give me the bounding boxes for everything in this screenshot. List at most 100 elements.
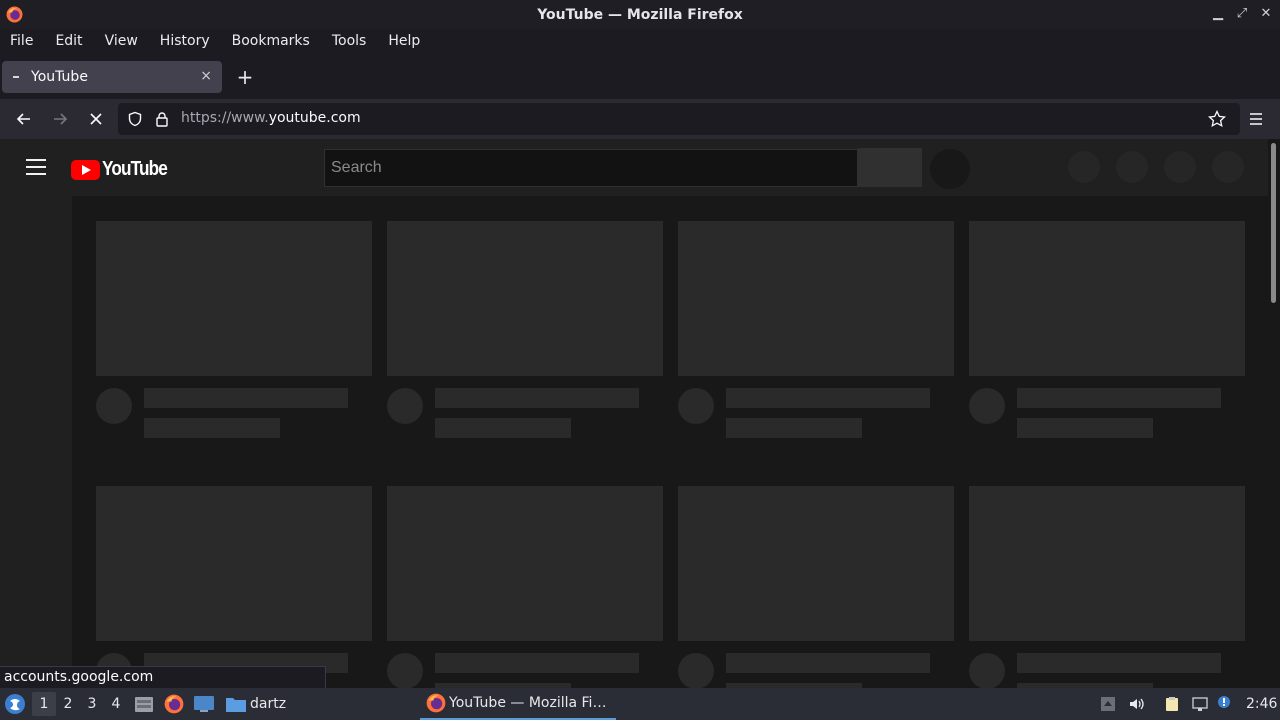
- video-card-placeholder[interactable]: [387, 221, 663, 438]
- thumbnail-placeholder: [96, 221, 372, 376]
- thumbnail-placeholder: [969, 221, 1245, 376]
- workspace-2[interactable]: 2: [56, 696, 80, 712]
- back-button[interactable]: [12, 107, 36, 131]
- url-text[interactable]: https://www.youtube.com: [181, 110, 361, 126]
- avatar-placeholder: [387, 653, 423, 688]
- menubar: File Edit View History Bookmarks Tools H…: [0, 29, 1280, 53]
- start-menu-button[interactable]: [4, 688, 26, 720]
- thumbnail-placeholder: [387, 221, 663, 376]
- header-button-placeholder[interactable]: [1116, 151, 1148, 183]
- menu-history[interactable]: History: [149, 33, 221, 49]
- forward-button[interactable]: [48, 107, 72, 131]
- workspace-switcher: 1 2 3 4: [32, 688, 128, 720]
- voice-search-placeholder[interactable]: [930, 149, 970, 189]
- meta-placeholder: [435, 418, 571, 438]
- avatar-placeholder: [678, 388, 714, 424]
- folder-task-label: dartz: [250, 696, 287, 712]
- tab-title: YouTube: [31, 69, 88, 85]
- firefox-launcher[interactable]: [164, 688, 184, 720]
- url-scheme: https://www.: [181, 110, 269, 126]
- youtube-logo-text: YouTube: [102, 158, 168, 180]
- clock[interactable]: 2:46: [1246, 688, 1277, 720]
- menu-edit[interactable]: Edit: [44, 33, 93, 49]
- meta-placeholder: [726, 418, 862, 438]
- page-content: YouTube: [0, 139, 1280, 688]
- video-card-placeholder[interactable]: [96, 221, 372, 438]
- scrollbar-thumb[interactable]: [1271, 143, 1276, 303]
- tab-strip: YouTube × +: [0, 53, 1280, 99]
- minimize-icon[interactable]: ▁: [1212, 6, 1224, 21]
- avatar-placeholder: [96, 388, 132, 424]
- status-link-preview: accounts.google.com: [0, 666, 326, 688]
- thumbnail-placeholder: [678, 221, 954, 376]
- avatar-placeholder: [387, 388, 423, 424]
- tray-up-icon[interactable]: [1100, 696, 1116, 712]
- header-button-placeholder[interactable]: [1164, 151, 1196, 183]
- title-placeholder: [435, 653, 639, 673]
- menu-view[interactable]: View: [94, 33, 149, 49]
- navigation-bar: https://www.youtube.com: [0, 99, 1280, 139]
- title-placeholder: [1017, 653, 1221, 673]
- workspace-3[interactable]: 3: [80, 696, 104, 712]
- file-manager-launcher[interactable]: [134, 688, 154, 720]
- file-cabinet-icon: [135, 697, 153, 712]
- url-host: youtube.com: [268, 110, 361, 126]
- search-box[interactable]: [324, 149, 858, 187]
- tab-youtube[interactable]: YouTube ×: [2, 61, 222, 93]
- menu-file[interactable]: File: [0, 33, 44, 49]
- video-card-placeholder[interactable]: [96, 486, 372, 688]
- menu-help[interactable]: Help: [377, 33, 431, 49]
- new-tab-button[interactable]: +: [234, 65, 256, 89]
- header-button-placeholder[interactable]: [1212, 151, 1244, 183]
- distro-logo-icon: [5, 694, 25, 714]
- youtube-logo[interactable]: YouTube: [71, 158, 178, 181]
- thumbnail-placeholder: [678, 486, 954, 641]
- network-icon[interactable]: [1192, 696, 1208, 712]
- workspace-4[interactable]: 4: [104, 696, 128, 712]
- workspace-1[interactable]: 1: [32, 692, 56, 716]
- guide-menu-icon[interactable]: [26, 159, 46, 175]
- title-placeholder: [144, 388, 348, 408]
- volume-icon[interactable]: [1128, 696, 1144, 712]
- guide-sidebar-placeholder: [0, 196, 72, 688]
- video-card-placeholder[interactable]: [969, 486, 1245, 688]
- thumbnail-placeholder: [969, 486, 1245, 641]
- update-notifier-icon[interactable]: [1216, 694, 1232, 710]
- window-titlebar: YouTube — Mozilla Firefox ▁ ⤢ ✕: [0, 0, 1280, 29]
- avatar-placeholder: [678, 653, 714, 688]
- video-card-placeholder[interactable]: [969, 221, 1245, 438]
- firefox-task[interactable]: YouTube — Mozilla Fi…: [420, 688, 616, 720]
- thumbnail-placeholder: [387, 486, 663, 641]
- youtube-header: YouTube: [0, 139, 1268, 196]
- taskbar: 1 2 3 4 dartz YouTube — Mozilla Fi… 2:46: [0, 688, 1280, 720]
- bookmark-star-icon[interactable]: [1208, 110, 1226, 128]
- tab-close-icon[interactable]: ×: [200, 68, 212, 84]
- loading-icon: [13, 76, 19, 78]
- stop-button[interactable]: [84, 107, 108, 131]
- lock-icon[interactable]: [155, 111, 169, 127]
- terminal-launcher[interactable]: [193, 688, 215, 720]
- avatar-placeholder: [969, 388, 1005, 424]
- search-button[interactable]: [858, 148, 922, 187]
- video-card-placeholder[interactable]: [678, 486, 954, 688]
- folder-task[interactable]: dartz: [225, 688, 286, 720]
- back-arrow-icon: [16, 113, 30, 125]
- header-button-placeholder[interactable]: [1068, 151, 1100, 183]
- close-icon[interactable]: ✕: [1260, 6, 1272, 21]
- monitor-icon: [194, 696, 214, 712]
- search-input[interactable]: [325, 150, 857, 186]
- firefox-icon: [164, 694, 184, 714]
- clipboard-icon[interactable]: [1164, 696, 1180, 712]
- page-scrollbar[interactable]: [1268, 139, 1280, 688]
- firefox-task-label: YouTube — Mozilla Fi…: [449, 695, 607, 711]
- video-card-placeholder[interactable]: [387, 486, 663, 688]
- video-card-placeholder[interactable]: [678, 221, 954, 438]
- meta-placeholder: [1017, 418, 1153, 438]
- maximize-icon[interactable]: ⤢: [1236, 6, 1248, 21]
- url-bar[interactable]: https://www.youtube.com: [118, 103, 1240, 135]
- shield-icon[interactable]: [127, 111, 143, 127]
- youtube-play-icon: [71, 159, 100, 180]
- menu-bookmarks[interactable]: Bookmarks: [221, 33, 321, 49]
- menu-tools[interactable]: Tools: [321, 33, 378, 49]
- app-menu-button[interactable]: [1244, 107, 1268, 131]
